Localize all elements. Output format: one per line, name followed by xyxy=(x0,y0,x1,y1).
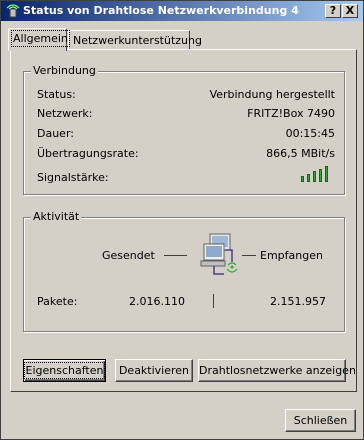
activity-group-title: Aktivität xyxy=(31,210,82,223)
packets-received-value: 2.151.957 xyxy=(270,295,326,308)
duration-row: Dauer: 00:15:45 xyxy=(37,127,335,141)
network-computers-icon xyxy=(200,233,238,275)
connection-group: Verbindung Status: Verbindung hergestell… xyxy=(23,64,345,195)
title-bar[interactable]: Status von Drahtlose Netzwerkverbindung … xyxy=(1,1,363,21)
wireless-connection-icon xyxy=(6,4,20,18)
duration-value: 00:15:45 xyxy=(285,127,335,140)
properties-button[interactable]: Eigenschaften xyxy=(23,359,106,382)
network-value: FRITZ!Box 7490 xyxy=(247,107,335,120)
tab-label: Netzwerkunterstützung xyxy=(73,34,202,47)
help-button[interactable]: ? xyxy=(325,4,341,18)
tab-panel: Verbindung Status: Verbindung hergestell… xyxy=(10,49,357,392)
signal-bar xyxy=(325,166,328,182)
speed-label: Übertragungsrate: xyxy=(37,147,139,160)
status-row: Status: Verbindung hergestellt xyxy=(37,88,335,102)
properties-button-label: Eigenschaften xyxy=(23,361,106,379)
speed-row: Übertragungsrate: 866,5 MBit/s xyxy=(37,147,335,161)
network-row: Netzwerk: FRITZ!Box 7490 xyxy=(37,107,335,121)
close-window-button[interactable]: X xyxy=(342,4,358,18)
sent-label: Gesendet xyxy=(102,249,155,262)
tab-netzwerkunterstuetzung[interactable]: Netzwerkunterstützung xyxy=(68,30,202,50)
signal-label: Signalstärke: xyxy=(37,171,109,184)
connection-group-title: Verbindung xyxy=(31,64,98,77)
show-wireless-networks-button[interactable]: Drahtlosnetzwerke anzeigen xyxy=(198,359,356,382)
status-dialog: Status von Drahtlose Netzwerkverbindung … xyxy=(0,0,364,440)
received-label: Empfangen xyxy=(260,249,323,262)
tab-label: Allgemein xyxy=(11,30,70,47)
signal-bar xyxy=(319,168,322,182)
signal-bar xyxy=(307,173,310,182)
signal-bar xyxy=(313,171,316,182)
deactivate-button[interactable]: Deaktivieren xyxy=(115,359,193,382)
packets-sent-value: 2.016.110 xyxy=(129,295,185,308)
window-title: Status von Drahtlose Netzwerkverbindung … xyxy=(23,4,299,17)
close-button[interactable]: Schließen xyxy=(285,409,356,432)
received-line xyxy=(242,255,256,256)
signal-bar xyxy=(301,176,304,182)
network-label: Netzwerk: xyxy=(37,107,93,120)
tab-allgemein[interactable]: Allgemein xyxy=(8,28,70,51)
duration-label: Dauer: xyxy=(37,127,74,140)
sent-line xyxy=(164,255,187,256)
speed-value: 866,5 MBit/s xyxy=(266,147,335,160)
signal-strength-icon xyxy=(301,166,331,182)
packets-divider xyxy=(213,294,214,308)
activity-group: Aktivität Gesendet Empfangen Pakete: 2.0… xyxy=(23,210,345,332)
packets-label: Pakete: xyxy=(37,295,78,308)
status-value: Verbindung hergestellt xyxy=(209,88,335,101)
signal-row: Signalstärke: xyxy=(37,171,335,185)
status-label: Status: xyxy=(37,88,76,101)
